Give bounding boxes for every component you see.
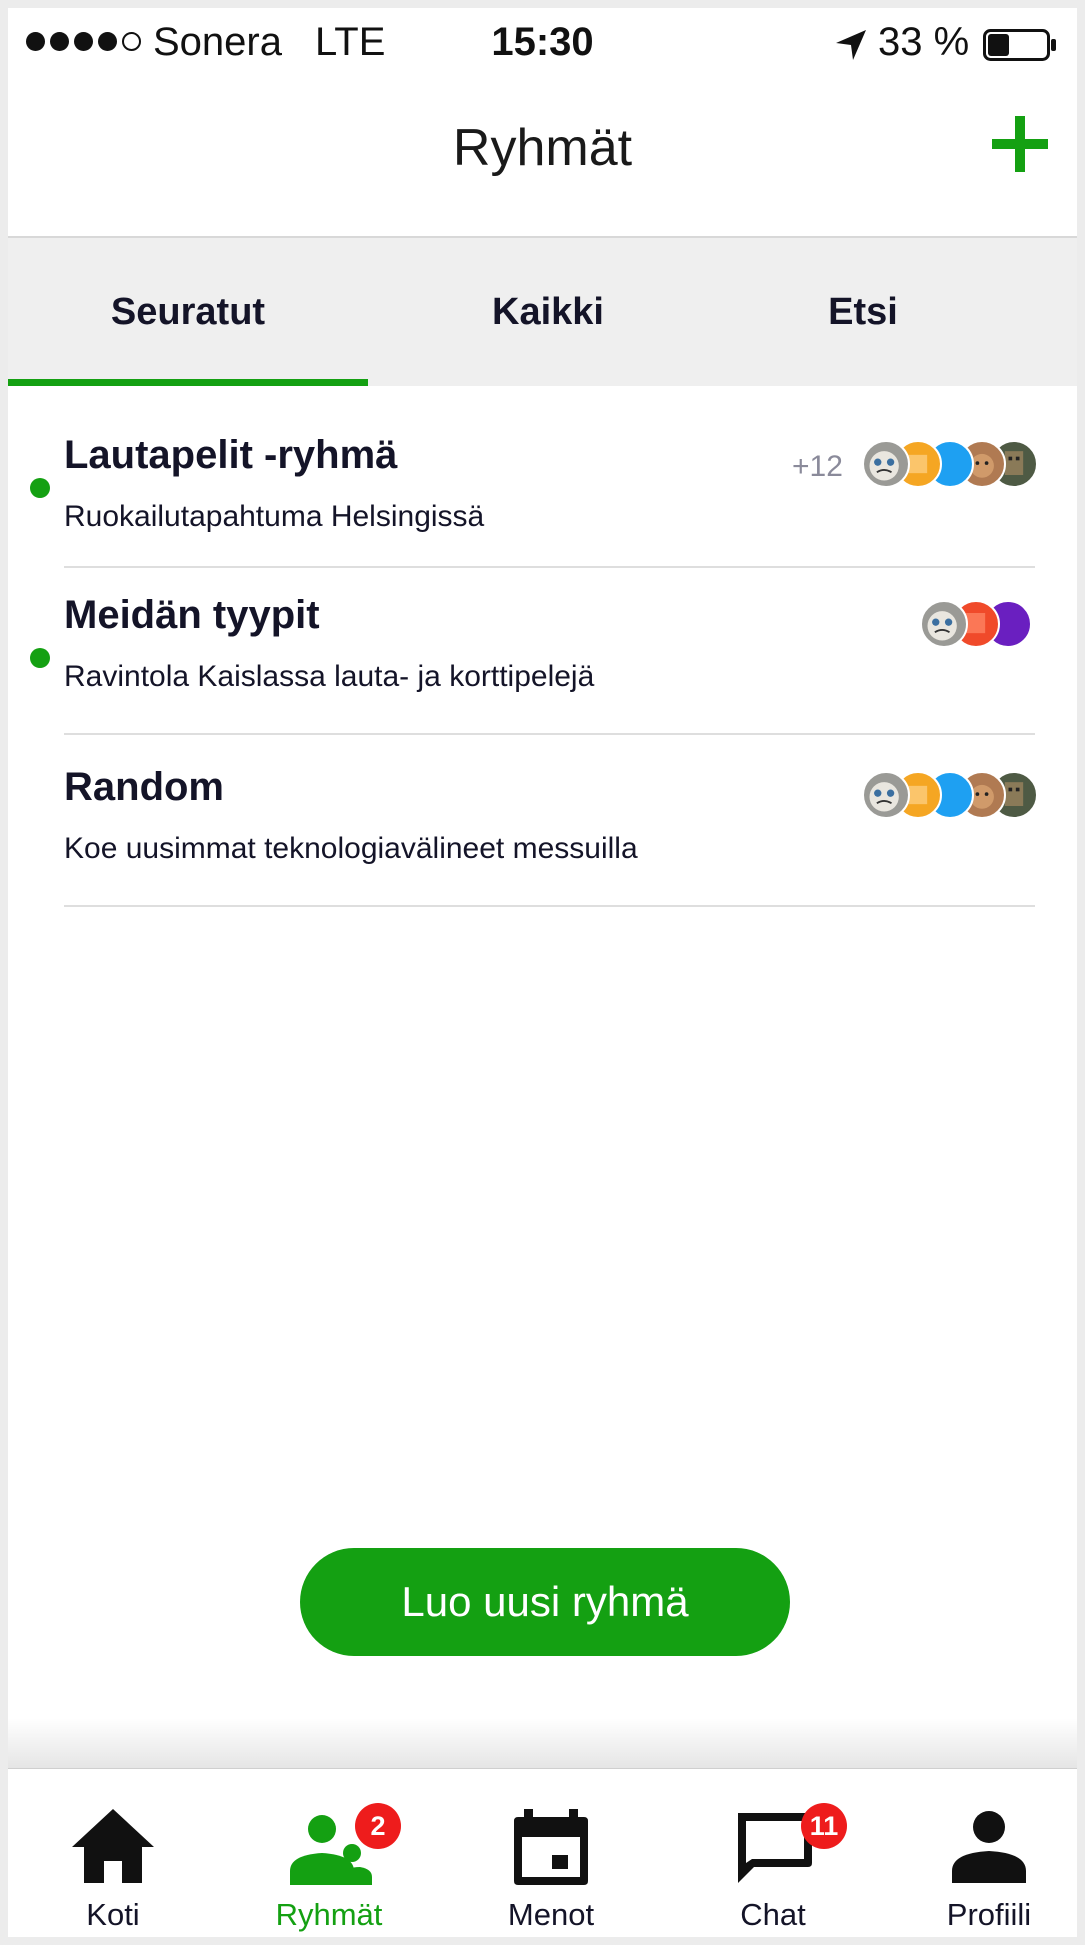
- group-name: Meidän tyypit: [64, 593, 320, 637]
- nav-item-ryhmat[interactable]: 2 Ryhmät: [229, 1769, 429, 1937]
- active-tab-indicator: [8, 379, 368, 386]
- tab-kaikki[interactable]: Kaikki: [368, 238, 728, 386]
- nav-label: Chat: [740, 1897, 806, 1932]
- unread-indicator: [30, 478, 50, 498]
- nav-item-menot[interactable]: Menot: [451, 1769, 651, 1937]
- nav-label: Menot: [507, 1897, 595, 1932]
- group-description: Ruokailutapahtuma Helsingissä: [64, 500, 485, 533]
- nav-item-chat[interactable]: 11 Chat: [673, 1769, 873, 1937]
- calendar-icon: [514, 1809, 588, 1885]
- app-screen: Sonera LTE 15:30 33 % Ryhmät Seuratut Ka…: [8, 8, 1077, 1937]
- status-bar: Sonera LTE 15:30 33 %: [8, 8, 1077, 78]
- battery-percentage: 33 %: [878, 20, 970, 64]
- group-name: Random: [64, 765, 224, 809]
- tab-bar: Seuratut Kaikki Etsi: [8, 238, 1077, 386]
- group-list-item[interactable]: Lautapelit -ryhmä Ruokailutapahtuma Hels…: [8, 388, 1077, 568]
- unread-indicator: [30, 648, 50, 668]
- extra-members-count: +12: [792, 450, 843, 483]
- cat-avatar: [920, 600, 968, 648]
- cat-avatar: [862, 771, 910, 819]
- group-description: Ravintola Kaislassa lauta- ja korttipele…: [64, 660, 595, 693]
- plus-icon[interactable]: [990, 114, 1050, 174]
- bottom-navigation: Koti 2 Ryhmät Menot 11 Chat Profiili: [8, 1768, 1077, 1937]
- nav-item-koti[interactable]: Koti: [13, 1769, 213, 1937]
- tab-seuratut[interactable]: Seuratut: [8, 238, 368, 386]
- notification-badge: 2: [355, 1803, 401, 1849]
- member-avatars: [862, 440, 1038, 488]
- tab-etsi[interactable]: Etsi: [728, 238, 998, 386]
- location-arrow-icon: [836, 30, 866, 60]
- member-avatars: [920, 600, 1036, 648]
- member-avatars: [862, 771, 1038, 819]
- notification-badge: 11: [801, 1803, 847, 1849]
- group-list-item[interactable]: Meidän tyypit Ravintola Kaislassa lauta-…: [8, 568, 1077, 735]
- divider: [64, 905, 1035, 907]
- nav-label: Profiili: [946, 1897, 1032, 1932]
- group-list-item[interactable]: Random Koe uusimmat teknologiavälineet m…: [8, 735, 1077, 907]
- home-icon: [72, 1809, 154, 1883]
- create-group-button[interactable]: Luo uusi ryhmä: [300, 1548, 790, 1656]
- nav-label: Ryhmät: [275, 1897, 383, 1932]
- navigation-header: Ryhmät: [8, 78, 1077, 238]
- group-name: Lautapelit -ryhmä: [64, 433, 398, 477]
- page-title: Ryhmät: [452, 119, 633, 177]
- nav-shadow: [8, 1718, 1077, 1768]
- cat-avatar: [862, 440, 910, 488]
- nav-item-profiili[interactable]: Profiili: [889, 1769, 1077, 1937]
- battery-icon: [983, 29, 1056, 61]
- profile-icon: [952, 1811, 1026, 1883]
- group-description: Koe uusimmat teknologiavälineet messuill…: [64, 832, 638, 865]
- nav-label: Koti: [86, 1897, 140, 1932]
